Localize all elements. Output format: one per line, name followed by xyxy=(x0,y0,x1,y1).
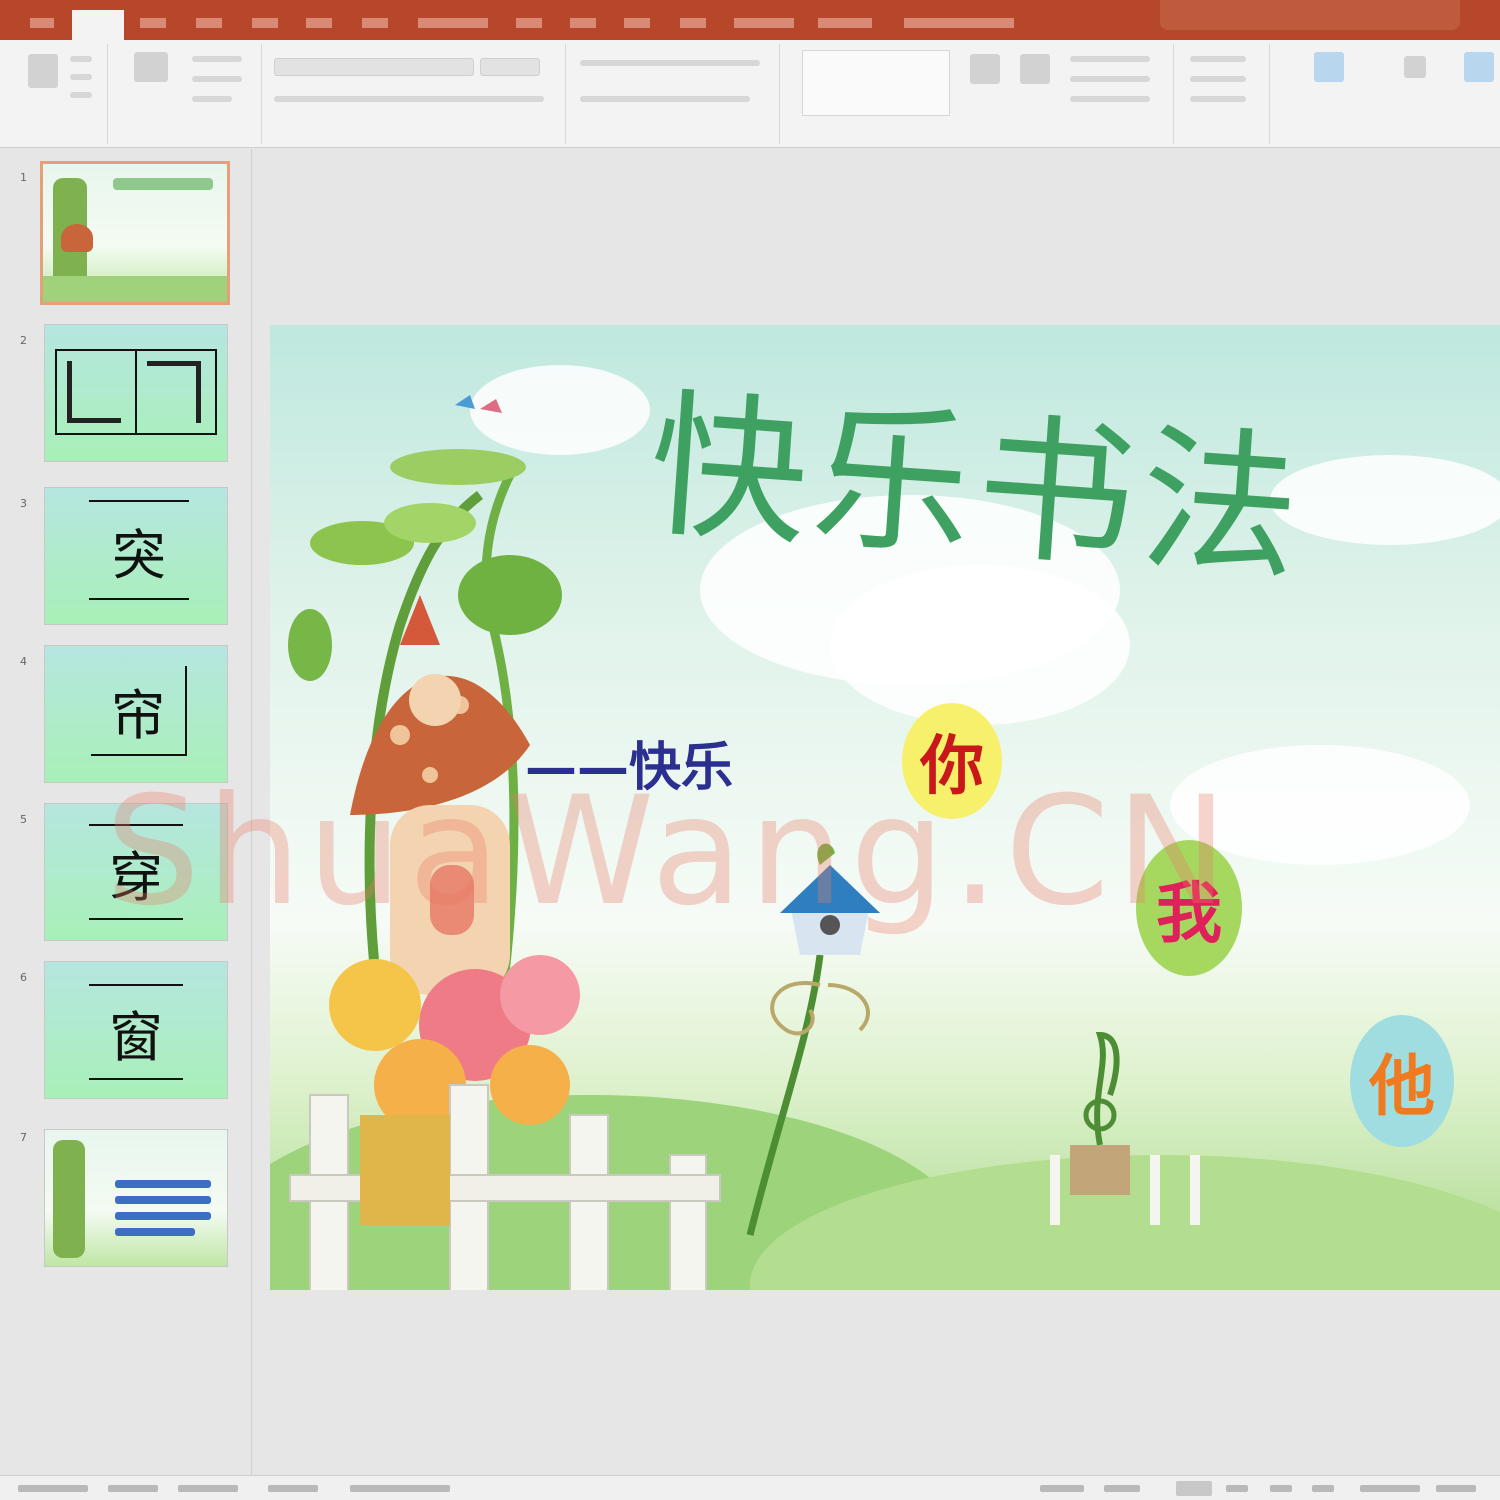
thumbnail-character: 窗 xyxy=(109,1005,163,1069)
tab-view[interactable] xyxy=(516,18,542,28)
add-in-icon[interactable] xyxy=(1314,52,1344,82)
thumbnail-slide-6[interactable]: 窗 xyxy=(44,961,228,1099)
ribbon-tab-bar xyxy=(0,0,1500,40)
tab-slideshow[interactable] xyxy=(362,18,388,28)
thumbnail-number: 1 xyxy=(20,171,27,184)
thumbnail-slide-1[interactable] xyxy=(40,161,230,305)
thumbnail-text-line xyxy=(115,1212,211,1220)
font-size-select[interactable] xyxy=(480,58,540,76)
ribbon-group-paragraph xyxy=(570,44,780,144)
ribbon-group-font xyxy=(266,44,566,144)
status-item xyxy=(268,1485,318,1492)
reading-view-button[interactable] xyxy=(1270,1485,1292,1492)
thumbnail-number: 7 xyxy=(20,1131,27,1144)
thumbnail-text-line xyxy=(115,1196,211,1204)
zoom-slider[interactable] xyxy=(1360,1485,1420,1492)
slide-sorter-button[interactable] xyxy=(1226,1485,1248,1492)
shapes-gallery[interactable] xyxy=(802,50,950,116)
tab-animations[interactable] xyxy=(306,18,332,28)
thumbnail-title xyxy=(113,178,213,190)
slide-canvas[interactable]: 快乐书法 ——快乐 你 我 他 ShuaWang.CN xyxy=(105,325,1500,1290)
thumbnail-slide-7[interactable] xyxy=(44,1129,228,1267)
thumbnail-slide-2[interactable] xyxy=(44,324,228,462)
language-indicator[interactable] xyxy=(178,1485,238,1492)
sprout-pot xyxy=(1050,1031,1200,1225)
arrange-icon[interactable] xyxy=(970,54,1000,84)
comments-button[interactable] xyxy=(1104,1485,1140,1492)
tab-insert[interactable] xyxy=(140,18,166,28)
ribbon-group-drawing xyxy=(784,44,1174,144)
thumbnail-number: 6 xyxy=(20,971,27,984)
tab-developer[interactable] xyxy=(570,18,596,28)
thumbnail-char-frame: 突 xyxy=(89,500,189,600)
accessibility-indicator[interactable] xyxy=(350,1485,450,1492)
watermark-text: ShuaWang.CN xyxy=(105,765,1234,939)
thumbnail-number: 5 xyxy=(20,813,27,826)
tab-help[interactable] xyxy=(624,18,650,28)
ribbon-group-slides xyxy=(112,44,262,144)
char-bubble-him[interactable]: 他 xyxy=(1350,1015,1454,1147)
font-name-select[interactable] xyxy=(274,58,474,76)
thumbnail-char-left xyxy=(67,361,121,423)
slideshow-button[interactable] xyxy=(1312,1485,1334,1492)
thumbnail-illustration xyxy=(53,1140,85,1258)
title-bar-decoration xyxy=(1160,0,1460,30)
notes-button[interactable] xyxy=(1040,1485,1084,1492)
thumbnail-mushroom-house xyxy=(61,224,93,252)
quick-styles-icon[interactable] xyxy=(1020,54,1050,84)
paste-icon[interactable] xyxy=(28,54,58,88)
tell-me-search[interactable] xyxy=(904,18,1014,28)
ribbon-group-clipboard xyxy=(10,44,108,144)
thumbnail-char-frame: 帘 xyxy=(91,666,187,756)
tab-extra-1[interactable] xyxy=(680,18,706,28)
thumbnail-character: 突 xyxy=(112,523,166,587)
zoom-level[interactable] xyxy=(1436,1485,1476,1492)
thumbnail-grass xyxy=(43,276,227,302)
status-item xyxy=(108,1485,158,1492)
thumbnail-number: 2 xyxy=(20,334,27,347)
thumbnail-slide-3[interactable]: 突 xyxy=(44,487,228,625)
designer-icon[interactable] xyxy=(1464,52,1494,82)
thumbnail-character: 帘 xyxy=(111,683,165,747)
thumbnail-slide-4[interactable]: 帘 xyxy=(44,645,228,783)
thumbnail-text-line xyxy=(115,1180,211,1188)
ribbon-group-addins xyxy=(1274,44,1500,144)
normal-view-button[interactable] xyxy=(1176,1481,1212,1496)
thumbnail-char-right xyxy=(147,361,201,423)
status-bar xyxy=(0,1475,1500,1500)
thumbnail-grid-divider xyxy=(135,349,137,435)
tab-extra-3[interactable] xyxy=(818,18,872,28)
tab-home[interactable] xyxy=(72,10,124,40)
tab-review[interactable] xyxy=(418,18,488,28)
ribbon xyxy=(0,40,1500,148)
slide-counter xyxy=(18,1485,88,1492)
new-slide-icon[interactable] xyxy=(134,52,168,82)
thumbnail-number: 3 xyxy=(20,497,27,510)
tab-transitions[interactable] xyxy=(252,18,278,28)
dictate-icon[interactable] xyxy=(1404,56,1426,78)
thumbnail-number: 4 xyxy=(20,655,27,668)
char-bubble-text: 他 xyxy=(1369,1047,1435,1125)
ribbon-group-editing xyxy=(1178,44,1270,144)
tab-file[interactable] xyxy=(30,18,54,28)
tab-extra-2[interactable] xyxy=(734,18,794,28)
thumbnail-text-line xyxy=(115,1228,195,1236)
thumbnail-char-frame: 窗 xyxy=(89,984,183,1080)
tab-design[interactable] xyxy=(196,18,222,28)
